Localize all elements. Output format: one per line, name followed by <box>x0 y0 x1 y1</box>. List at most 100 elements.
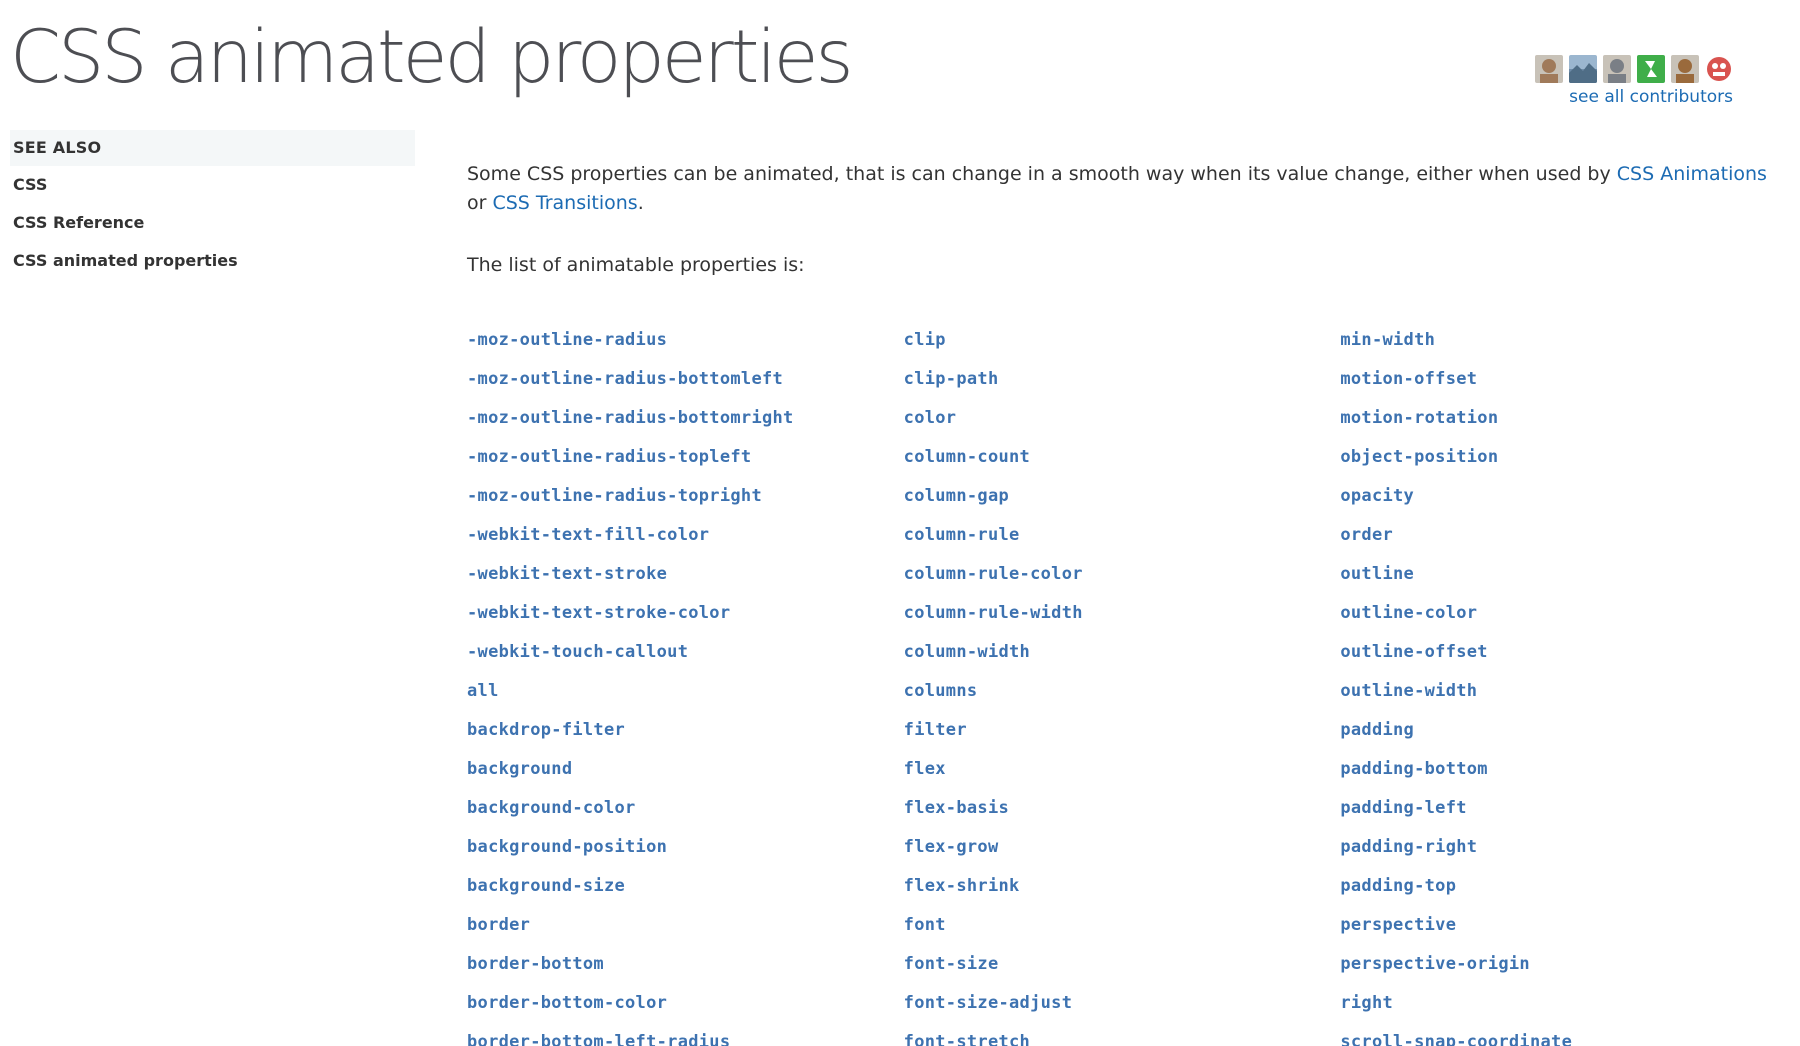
property-link[interactable]: flex-shrink <box>904 876 1020 896</box>
property-link[interactable]: motion-rotation <box>1340 408 1498 428</box>
property-link[interactable]: border-bottom-color <box>467 993 667 1013</box>
property-list-item: padding-left <box>1340 788 1777 827</box>
property-link[interactable]: columns <box>904 681 978 701</box>
property-link[interactable]: -moz-outline-radius <box>467 330 667 350</box>
property-link[interactable]: column-rule-color <box>904 564 1083 584</box>
property-link[interactable]: flex <box>904 759 946 779</box>
property-link[interactable]: color <box>904 408 957 428</box>
property-link[interactable]: motion-offset <box>1340 369 1477 389</box>
property-link[interactable]: background <box>467 759 572 779</box>
property-link[interactable]: clip-path <box>904 369 999 389</box>
property-link[interactable]: border-bottom-left-radius <box>467 1032 730 1046</box>
property-link[interactable]: right <box>1340 993 1393 1013</box>
avatar-photo-portrait-icon[interactable] <box>1671 55 1699 83</box>
see-all-contributors-link[interactable]: see all contributors <box>1535 86 1733 108</box>
property-link[interactable]: clip <box>904 330 946 350</box>
property-link[interactable]: column-gap <box>904 486 1009 506</box>
property-link[interactable]: min-width <box>1340 330 1435 350</box>
property-list-item: -moz-outline-radius-bottomright <box>467 398 904 437</box>
property-list-item: motion-rotation <box>1340 398 1777 437</box>
property-list-item: scroll-snap-coordinate <box>1340 1022 1777 1046</box>
property-link[interactable]: padding-left <box>1340 798 1466 818</box>
property-link[interactable]: column-rule <box>904 525 1020 545</box>
property-list-item: border <box>467 905 904 944</box>
animatable-properties-list: -moz-outline-radius -moz-outline-radius-b… <box>467 320 1777 1046</box>
property-list-item: column-count <box>904 437 1341 476</box>
property-link[interactable]: backdrop-filter <box>467 720 625 740</box>
property-list-item: background <box>467 749 904 788</box>
property-link[interactable]: padding-bottom <box>1340 759 1488 779</box>
property-link[interactable]: padding-top <box>1340 876 1456 896</box>
property-list-item: -moz-outline-radius-bottomleft <box>467 359 904 398</box>
property-link[interactable]: -webkit-text-fill-color <box>467 525 709 545</box>
property-link[interactable]: border <box>467 915 530 935</box>
property-list-item: color <box>904 398 1341 437</box>
property-link[interactable]: font-stretch <box>904 1032 1030 1046</box>
property-link[interactable]: filter <box>904 720 967 740</box>
property-list-item: -moz-outline-radius-topleft <box>467 437 904 476</box>
main-content: Some CSS properties can be animated, tha… <box>467 160 1777 1046</box>
avatar-logo-green-icon[interactable] <box>1637 55 1665 83</box>
property-link[interactable]: perspective <box>1340 915 1456 935</box>
property-link[interactable]: opacity <box>1340 486 1414 506</box>
property-link[interactable]: outline <box>1340 564 1414 584</box>
property-link[interactable]: column-rule-width <box>904 603 1083 623</box>
property-link[interactable]: font-size-adjust <box>904 993 1073 1013</box>
page-title: CSS animated properties <box>10 15 854 100</box>
property-link[interactable]: padding-right <box>1340 837 1477 857</box>
property-link[interactable]: flex-grow <box>904 837 999 857</box>
property-list-item: padding-bottom <box>1340 749 1777 788</box>
property-list-item: column-rule <box>904 515 1341 554</box>
property-list-item: -webkit-text-fill-color <box>467 515 904 554</box>
property-list-item: column-rule-width <box>904 593 1341 632</box>
property-link[interactable]: outline-offset <box>1340 642 1488 662</box>
avatar-photo-man-icon[interactable] <box>1603 55 1631 83</box>
property-link[interactable]: -moz-outline-radius-topleft <box>467 447 751 467</box>
property-link[interactable]: -moz-outline-radius-bottomleft <box>467 369 783 389</box>
property-link[interactable]: all <box>467 681 499 701</box>
sidebar-link-css-reference[interactable]: CSS Reference <box>10 204 415 242</box>
property-list-item: outline-width <box>1340 671 1777 710</box>
sidebar-link-css-animated-properties[interactable]: CSS animated properties <box>10 242 415 280</box>
property-list-item: all <box>467 671 904 710</box>
sidebar-link-css[interactable]: CSS <box>10 166 415 204</box>
property-list-item: order <box>1340 515 1777 554</box>
property-link[interactable]: perspective-origin <box>1340 954 1530 974</box>
contributors: see all contributors <box>1535 55 1733 108</box>
property-link[interactable]: font-size <box>904 954 999 974</box>
property-link[interactable]: -webkit-text-stroke-color <box>467 603 730 623</box>
sidebar: SEE ALSO CSS CSS Reference CSS animated … <box>10 130 415 280</box>
property-link[interactable]: column-width <box>904 642 1030 662</box>
property-list-item: filter <box>904 710 1341 749</box>
avatar-monster-face-icon[interactable] <box>1705 55 1733 83</box>
property-list-item: background-position <box>467 827 904 866</box>
property-list-item: flex <box>904 749 1341 788</box>
avatar-photo-man-glasses-icon[interactable] <box>1535 55 1563 83</box>
property-link[interactable]: background-size <box>467 876 625 896</box>
property-list-item: -webkit-text-stroke-color <box>467 593 904 632</box>
property-list-item: flex-grow <box>904 827 1341 866</box>
property-link[interactable]: background-color <box>467 798 636 818</box>
property-link[interactable]: -webkit-text-stroke <box>467 564 667 584</box>
property-link[interactable]: border-bottom <box>467 954 604 974</box>
property-link[interactable]: background-position <box>467 837 667 857</box>
intro-text-or: or <box>467 192 493 214</box>
property-link[interactable]: column-count <box>904 447 1030 467</box>
property-link[interactable]: outline-width <box>1340 681 1477 701</box>
avatar-photo-landscape-icon[interactable] <box>1569 55 1597 83</box>
property-link[interactable]: order <box>1340 525 1393 545</box>
property-list-item: font-stretch <box>904 1022 1341 1046</box>
property-link[interactable]: -moz-outline-radius-bottomright <box>467 408 794 428</box>
property-link[interactable]: font <box>904 915 946 935</box>
property-list-item: font-size <box>904 944 1341 983</box>
property-link[interactable]: object-position <box>1340 447 1498 467</box>
property-link[interactable]: outline-color <box>1340 603 1477 623</box>
property-link[interactable]: -webkit-touch-callout <box>467 642 688 662</box>
property-link[interactable]: flex-basis <box>904 798 1009 818</box>
property-link[interactable]: padding <box>1340 720 1414 740</box>
property-link[interactable]: scroll-snap-coordinate <box>1340 1032 1572 1046</box>
css-animations-link[interactable]: CSS Animations <box>1617 163 1767 185</box>
css-transitions-link[interactable]: CSS Transitions <box>492 192 637 214</box>
property-list-item: font <box>904 905 1341 944</box>
property-link[interactable]: -moz-outline-radius-topright <box>467 486 762 506</box>
